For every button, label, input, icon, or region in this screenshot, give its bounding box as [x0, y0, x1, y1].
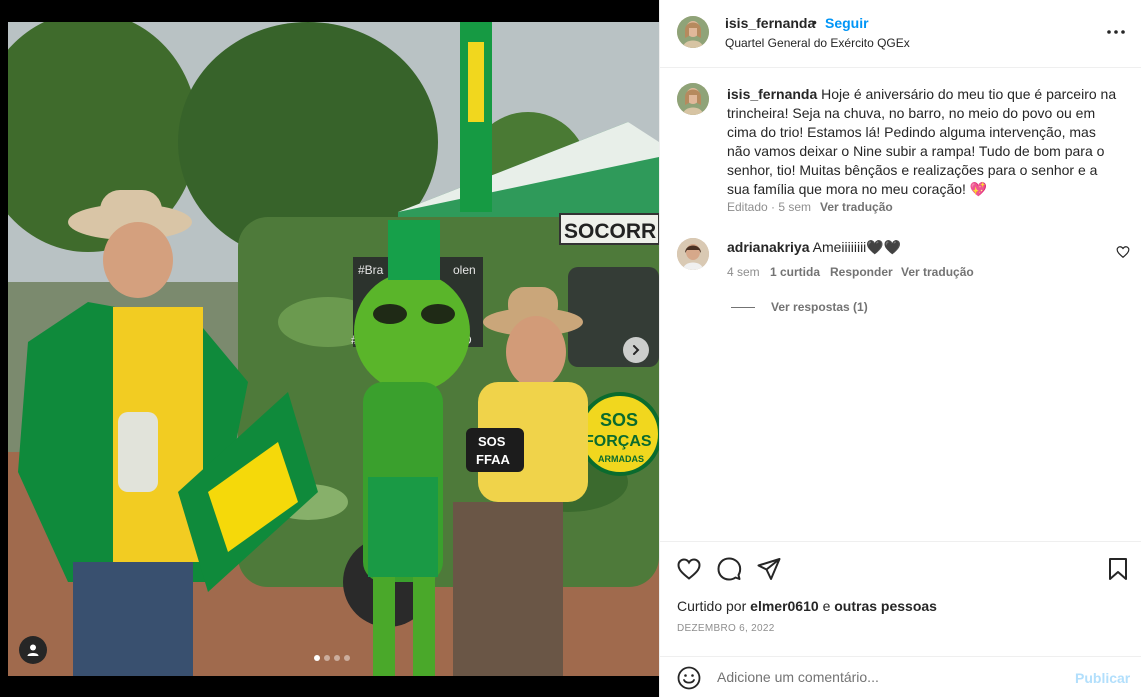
post-media: SOCORR #Bra olen # D SOS FORÇAS ARMADAS: [0, 0, 659, 697]
replies-divider: [731, 306, 755, 308]
caption-edited: Editado · 5 sem: [727, 200, 812, 214]
avatar-image: [677, 16, 709, 48]
post-header: isis_fernanda • Seguir Quartel General d…: [660, 0, 1141, 68]
avatar[interactable]: [677, 238, 709, 270]
comment-input[interactable]: [717, 665, 1057, 689]
avatar-image: [677, 83, 709, 115]
comment-translate-link[interactable]: Ver tradução: [901, 265, 974, 279]
liked-by-conj: e: [822, 598, 831, 614]
liked-by-others[interactable]: outras pessoas: [834, 598, 937, 614]
reply-button[interactable]: Responder: [830, 265, 893, 279]
liked-by: Curtido por elmer0610 e outras pessoas: [677, 598, 937, 614]
post-author-username[interactable]: isis_fernanda: [725, 15, 815, 31]
publish-button[interactable]: Publicar: [1075, 670, 1130, 686]
post-photo[interactable]: SOCORR #Bra olen # D SOS FORÇAS ARMADAS: [8, 22, 659, 676]
comment-text: Ameiiiiiiii🖤🖤: [812, 239, 902, 255]
carousel-dot: [324, 655, 330, 661]
user-icon: [27, 644, 39, 656]
carousel-dot: [334, 655, 340, 661]
comment-icon[interactable]: [716, 556, 742, 582]
view-replies-label: Ver respostas (1): [771, 300, 868, 314]
van-sign: SOCORR: [564, 220, 656, 243]
chevron-right-icon: [633, 345, 640, 355]
van-tag-1: #Bra: [358, 263, 384, 277]
carousel-indicator: [314, 655, 350, 661]
avatar[interactable]: [677, 16, 709, 48]
comments-section: isis_fernanda Hoje é aniversário do meu …: [660, 68, 1141, 541]
bookmark-icon[interactable]: [1105, 556, 1131, 582]
photo-illustration: SOCORR #Bra olen # D SOS FORÇAS ARMADAS: [8, 22, 659, 676]
caption-username[interactable]: isis_fernanda: [727, 86, 817, 102]
emoji-icon[interactable]: [677, 666, 701, 690]
caption-translate-label: Ver tradução: [820, 200, 893, 214]
avatar-image: [677, 238, 709, 270]
badge-ffaa: FFAA: [476, 452, 511, 467]
more-options-icon[interactable]: [1104, 22, 1128, 42]
van-tag-2: olen: [453, 263, 476, 277]
comment-likes[interactable]: 1 curtida: [770, 265, 820, 279]
avatar[interactable]: [677, 83, 709, 115]
sticker-armadas: ARMADAS: [598, 454, 644, 464]
heart-icon[interactable]: [676, 556, 702, 582]
carousel-dot: [344, 655, 350, 661]
carousel-dot: [314, 655, 320, 661]
view-replies-button[interactable]: Ver respostas (1): [731, 300, 868, 314]
next-slide-button[interactable]: [623, 337, 649, 363]
comment-username[interactable]: adrianakriya: [727, 239, 810, 255]
comment-composer: Publicar: [660, 656, 1141, 697]
post-location[interactable]: Quartel General do Exército QGEx: [725, 36, 910, 50]
sticker-sos: SOS: [600, 410, 638, 430]
liked-by-prefix: Curtido por: [677, 598, 747, 614]
caption: isis_fernanda Hoje é aniversário do meu …: [727, 85, 1117, 199]
tagged-users-button[interactable]: [19, 636, 47, 664]
share-icon[interactable]: [756, 556, 782, 582]
comment-heart-icon[interactable]: [1116, 245, 1130, 259]
caption-text: Hoje é aniversário do meu tio que é parc…: [727, 86, 1117, 197]
sticker-forcas: FORÇAS: [584, 433, 652, 450]
comment: adrianakriya Ameiiiiiiii🖤🖤: [727, 239, 901, 256]
post-date[interactable]: DEZEMBRO 6, 2022: [677, 623, 775, 634]
post-actions: Curtido por elmer0610 e outras pessoas D…: [660, 541, 1141, 656]
caption-translate-link[interactable]: Ver tradução: [820, 200, 893, 214]
follow-button[interactable]: Seguir: [825, 15, 869, 31]
badge-sos: SOS: [478, 434, 506, 449]
comment-likes-label: 1 curtida: [770, 265, 821, 279]
post-panel: isis_fernanda • Seguir Quartel General d…: [659, 0, 1141, 697]
liked-by-user[interactable]: elmer0610: [750, 598, 819, 614]
comment-translate-label: Ver tradução: [901, 265, 974, 279]
separator-dot: •: [812, 14, 817, 30]
reply-label: Responder: [830, 265, 893, 279]
comment-age: 4 sem: [727, 265, 760, 279]
